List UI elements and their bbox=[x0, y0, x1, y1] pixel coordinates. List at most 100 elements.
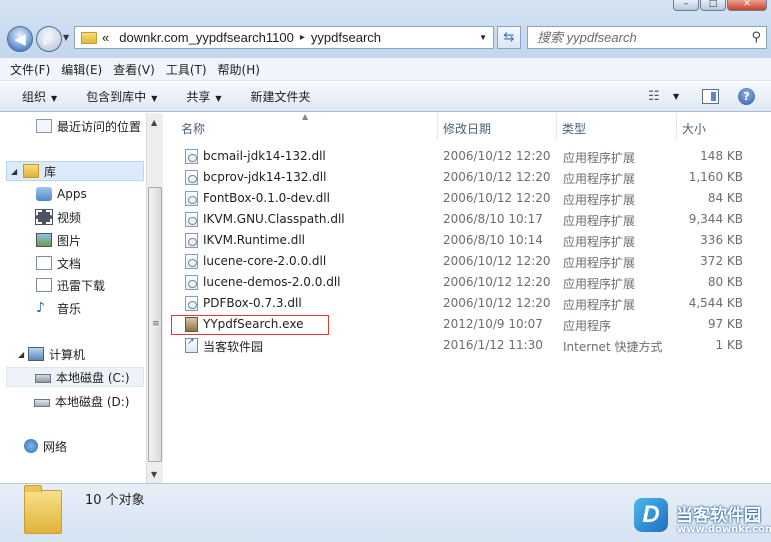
file-date: 2016/1/12 11:30 bbox=[443, 338, 543, 352]
window-controls: – □ ✕ bbox=[673, 0, 767, 11]
close-button[interactable]: ✕ bbox=[727, 0, 767, 11]
file-type: 应用程序扩展 bbox=[563, 256, 636, 270]
file-date: 2006/8/10 10:17 bbox=[443, 212, 543, 226]
breadcrumb-separator-icon[interactable]: ▸ bbox=[300, 32, 305, 43]
network-icon bbox=[24, 439, 38, 453]
nav-item-documents[interactable]: 文档 bbox=[36, 253, 81, 273]
nav-item-recent-places[interactable]: 最近访问的位置 bbox=[36, 116, 141, 136]
menu-file[interactable]: 文件(F) bbox=[10, 61, 50, 78]
scroll-up-arrow-icon[interactable]: ▲ bbox=[151, 118, 157, 127]
computer-icon bbox=[28, 347, 44, 361]
file-name: lucene-demos-2.0.0.dll bbox=[203, 275, 341, 289]
column-divider[interactable] bbox=[556, 113, 557, 140]
file-type: 应用程序扩展 bbox=[563, 172, 636, 186]
file-name: bcmail-jdk14-132.dll bbox=[203, 149, 326, 163]
nav-item-videos[interactable]: 视频 bbox=[35, 207, 81, 227]
details-pane: 10 个对象 D 当客软件园 www.downkr.com bbox=[0, 483, 771, 542]
file-row[interactable]: lucene-demos-2.0.0.dll 2006/10/12 12:20 … bbox=[170, 272, 760, 293]
file-row[interactable]: bcprov-jdk14-132.dll 2006/10/12 12:20 应用… bbox=[170, 167, 760, 188]
file-name: lucene-core-2.0.0.dll bbox=[203, 254, 327, 268]
recent-pages-dropdown-icon[interactable]: ▼ bbox=[63, 33, 69, 42]
file-type: 应用程序扩展 bbox=[563, 277, 636, 291]
nav-item-apps[interactable]: Apps bbox=[36, 184, 87, 204]
file-size: 84 KB bbox=[707, 191, 743, 205]
watermark-logo-icon: D bbox=[634, 498, 668, 532]
menu-view[interactable]: 查看(V) bbox=[113, 61, 155, 78]
nav-item-libraries[interactable]: ◢ 库 bbox=[6, 161, 144, 181]
file-row[interactable]: IKVM.Runtime.dll 2006/8/10 10:14 应用程序扩展 … bbox=[170, 230, 760, 251]
nav-item-drive-d[interactable]: 本地磁盘 (D:) bbox=[34, 391, 129, 411]
maximize-button[interactable]: □ bbox=[700, 0, 726, 11]
menu-bar: 文件(F) 编辑(E) 查看(V) 工具(T) 帮助(H) bbox=[0, 58, 771, 81]
collapse-arrow-icon[interactable]: ◢ bbox=[18, 350, 28, 359]
file-row[interactable]: IKVM.GNU.Classpath.dll 2006/8/10 10:17 应… bbox=[170, 209, 760, 230]
column-divider[interactable] bbox=[676, 113, 677, 140]
pictures-icon bbox=[36, 233, 52, 247]
file-date: 2006/10/12 12:20 bbox=[443, 275, 551, 289]
refresh-button[interactable]: ⇆ bbox=[497, 26, 521, 49]
minimize-button[interactable]: – bbox=[673, 0, 699, 11]
address-overflow-chevron[interactable]: « bbox=[102, 30, 109, 45]
change-view-icon[interactable]: ☷ bbox=[648, 89, 660, 104]
file-list: ▲ 名称 修改日期 类型 大小 bcmail-jdk14-132.dll 200… bbox=[164, 112, 771, 483]
menu-edit[interactable]: 编辑(E) bbox=[61, 61, 102, 78]
search-input[interactable] bbox=[537, 30, 737, 45]
preview-pane-button[interactable] bbox=[702, 89, 719, 104]
column-header-size[interactable]: 大小 bbox=[682, 120, 706, 137]
organize-button[interactable]: 组织 ▼ bbox=[22, 88, 57, 105]
collapse-arrow-icon[interactable]: ◢ bbox=[11, 167, 23, 176]
file-row[interactable]: lucene-core-2.0.0.dll 2006/10/12 12:20 应… bbox=[170, 251, 760, 272]
navigation-pane: 最近访问的位置 ◢ 库 Apps 视频 图片 文档 迅雷下载 ♪ 音乐 ◢ 计算… bbox=[0, 113, 146, 483]
file-name: IKVM.GNU.Classpath.dll bbox=[203, 212, 345, 226]
file-size: 1,160 KB bbox=[688, 170, 743, 184]
file-date: 2006/10/12 12:20 bbox=[443, 191, 551, 205]
breadcrumb-item[interactable]: yypdfsearch bbox=[311, 30, 381, 45]
nav-item-music[interactable]: ♪ 音乐 bbox=[36, 298, 81, 318]
nav-item-computer[interactable]: ◢ 计算机 bbox=[18, 344, 85, 364]
drive-icon bbox=[34, 398, 50, 407]
file-date: 2006/8/10 10:14 bbox=[443, 233, 543, 247]
share-button[interactable]: 共享 ▼ bbox=[186, 88, 221, 105]
file-date: 2012/10/9 10:07 bbox=[443, 317, 543, 331]
navigation-scrollbar[interactable]: ▲ ≡ ▼ bbox=[146, 113, 163, 483]
file-row[interactable]: FontBox-0.1.0-dev.dll 2006/10/12 12:20 应… bbox=[170, 188, 760, 209]
annotation-highlight-box bbox=[171, 315, 329, 335]
file-size: 336 KB bbox=[700, 233, 743, 247]
column-header-name[interactable]: 名称 bbox=[181, 120, 205, 137]
nav-item-xunlei-downloads[interactable]: 迅雷下载 bbox=[36, 275, 105, 295]
scrollbar-thumb[interactable]: ≡ bbox=[148, 187, 162, 462]
libraries-icon bbox=[23, 164, 39, 178]
scroll-down-arrow-icon[interactable]: ▼ bbox=[151, 470, 157, 479]
search-icon[interactable]: ⚲ bbox=[751, 30, 761, 45]
help-button[interactable]: ? bbox=[738, 88, 755, 105]
file-type: Internet 快捷方式 bbox=[563, 340, 663, 354]
command-bar: 组织 ▼ 包含到库中 ▼ 共享 ▼ 新建文件夹 ☷ ▼ ? bbox=[0, 82, 771, 112]
nav-item-drive-c[interactable]: 本地磁盘 (C:) bbox=[6, 367, 144, 387]
forward-button[interactable]: ▶ bbox=[36, 26, 62, 52]
address-bar[interactable]: « downkr.com_yypdfsearch1100 ▸ yypdfsear… bbox=[74, 26, 494, 49]
breadcrumb-item[interactable]: downkr.com_yypdfsearch1100 bbox=[119, 30, 294, 45]
column-header-date[interactable]: 修改日期 bbox=[443, 120, 491, 137]
menu-help[interactable]: 帮助(H) bbox=[218, 61, 260, 78]
address-dropdown-icon[interactable]: ▼ bbox=[479, 33, 487, 42]
video-icon bbox=[35, 209, 53, 225]
nav-item-pictures[interactable]: 图片 bbox=[36, 230, 81, 250]
new-folder-button[interactable]: 新建文件夹 bbox=[251, 88, 311, 105]
dll-icon bbox=[185, 149, 198, 164]
file-row[interactable]: 当客软件园 2016/1/12 11:30 Internet 快捷方式 1 KB bbox=[170, 335, 760, 356]
file-row[interactable]: PDFBox-0.7.3.dll 2006/10/12 12:20 应用程序扩展… bbox=[170, 293, 760, 314]
view-options-dropdown-icon[interactable]: ▼ bbox=[673, 92, 679, 101]
search-box[interactable]: ⚲ bbox=[527, 26, 767, 49]
include-in-library-button[interactable]: 包含到库中 ▼ bbox=[86, 88, 157, 105]
nav-item-network[interactable]: 网络 bbox=[24, 436, 67, 456]
column-header-type[interactable]: 类型 bbox=[562, 120, 586, 137]
downloads-folder-icon bbox=[36, 278, 52, 292]
menu-tools[interactable]: 工具(T) bbox=[166, 61, 207, 78]
file-type: 应用程序扩展 bbox=[563, 193, 636, 207]
shortcut-icon bbox=[185, 337, 198, 353]
column-divider[interactable] bbox=[437, 113, 438, 140]
recent-places-icon bbox=[36, 119, 52, 133]
file-size: 4,544 KB bbox=[688, 296, 743, 310]
file-row[interactable]: bcmail-jdk14-132.dll 2006/10/12 12:20 应用… bbox=[170, 146, 760, 167]
back-button[interactable]: ◀ bbox=[7, 26, 33, 52]
